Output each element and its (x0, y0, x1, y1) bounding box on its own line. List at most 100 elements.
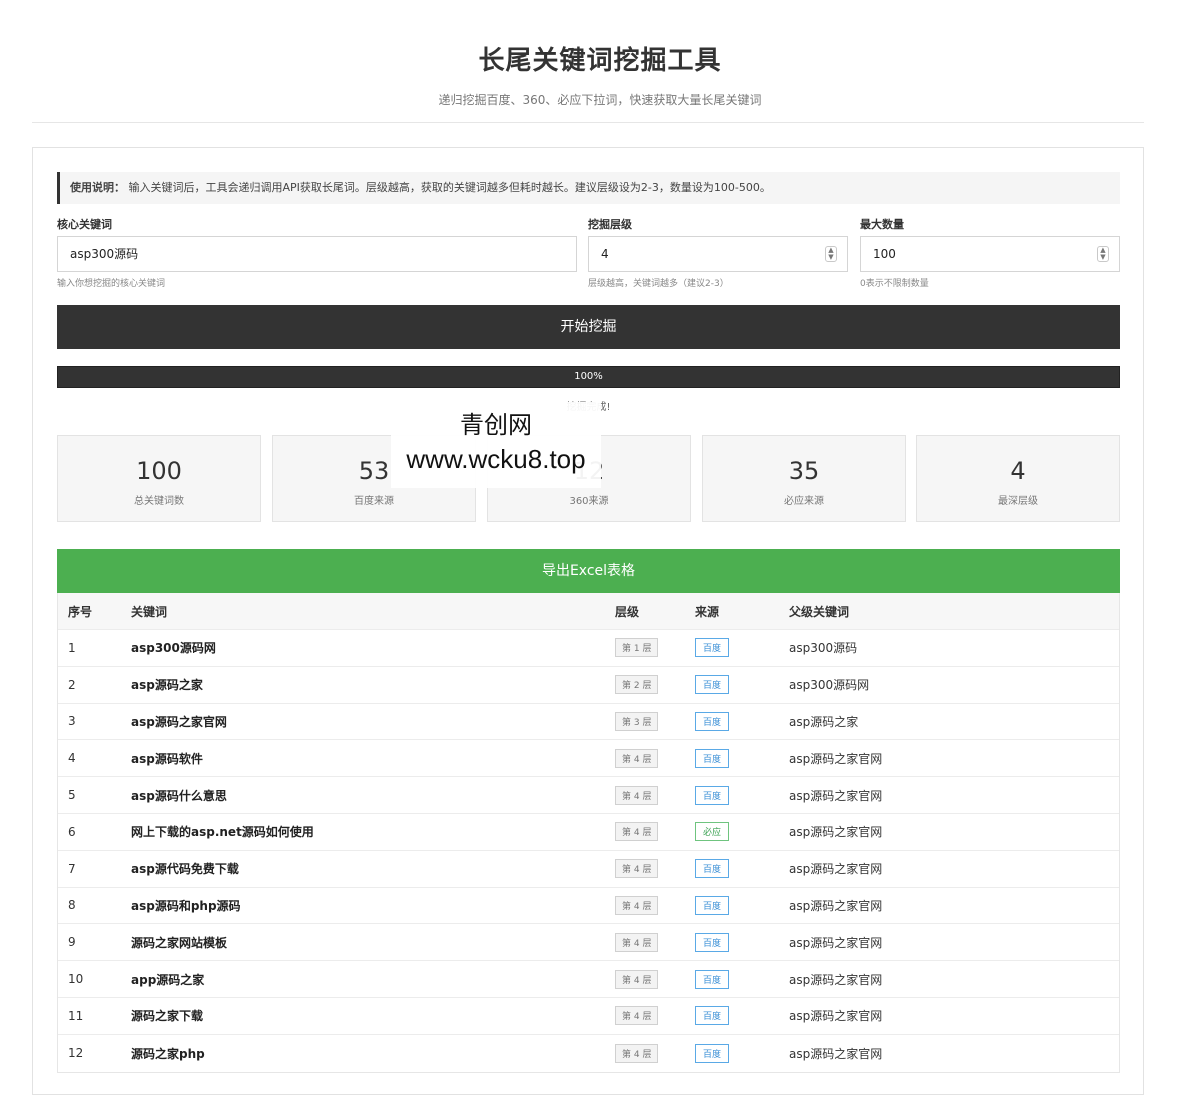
row-keyword[interactable]: asp源码软件 (131, 740, 203, 776)
header-level: 层级 (615, 604, 640, 619)
watermark: 青创网 www.wcku8.top (391, 402, 601, 488)
row-parent: asp源码之家官网 (789, 825, 883, 840)
stat-label: 最深层级 (998, 496, 1038, 507)
row-keyword[interactable]: 源码之家网站模板 (131, 924, 227, 960)
row-source: 百度 (695, 1035, 730, 1072)
row-parent: asp源码之家 (789, 714, 859, 729)
table-header-row: 序号 关键词 层级 来源 父级关键词 (58, 593, 1119, 630)
max-stepper-icon[interactable]: ▲ ▼ (1097, 246, 1109, 262)
source-badge: 百度 (695, 895, 730, 915)
row-keyword[interactable]: asp源代码免费下载 (131, 851, 239, 887)
row-source: 百度 (695, 667, 730, 703)
header-index: 序号 (68, 604, 93, 619)
table-row: 3 asp源码之家官网 第 3 层 百度 asp源码之家 (58, 704, 1119, 741)
source-badge: 百度 (695, 1043, 730, 1063)
row-source: 百度 (695, 740, 730, 776)
keyword-field: 核心关键词 asp300源码 输入你想挖掘的核心关键词 (57, 218, 577, 289)
row-parent: asp300源码 (789, 641, 858, 656)
row-source: 百度 (695, 924, 730, 960)
row-keyword[interactable]: asp源码之家 (131, 667, 203, 703)
source-badge: 百度 (695, 932, 730, 952)
row-level: 第 4 层 (615, 998, 659, 1034)
max-label: 最大数量 (860, 218, 904, 231)
row-parent: asp源码之家官网 (789, 1046, 883, 1061)
level-badge: 第 4 层 (615, 822, 659, 842)
source-badge: 百度 (695, 748, 730, 768)
depth-value: 4 (601, 247, 609, 261)
level-badge: 第 1 层 (615, 638, 659, 658)
depth-input[interactable]: 4 ▲ ▼ (588, 236, 848, 272)
page-subtitle: 递归挖掘百度、360、必应下拉词，快速获取大量长尾关键词 (438, 93, 762, 107)
depth-stepper-icon[interactable]: ▲ ▼ (825, 246, 837, 262)
row-source: 百度 (695, 777, 730, 813)
stat-number: 35 (788, 457, 820, 485)
export-excel-button[interactable]: 导出Excel表格 (57, 549, 1120, 593)
max-input[interactable]: 100 ▲ ▼ (860, 236, 1120, 272)
source-badge: 百度 (695, 969, 730, 989)
row-level: 第 4 层 (615, 888, 659, 924)
page-title: 长尾关键词挖掘工具 (478, 46, 722, 76)
row-index: 12 (68, 1046, 84, 1061)
keyword-input[interactable]: asp300源码 (57, 236, 577, 272)
stat-label: 总关键词数 (134, 496, 184, 507)
max-hint: 0表示不限制数量 (860, 279, 929, 289)
table-row: 1 asp300源码网 第 1 层 百度 asp300源码 (58, 630, 1119, 667)
stat-label: 必应来源 (784, 496, 824, 507)
level-badge: 第 3 层 (615, 711, 659, 731)
source-badge: 百度 (695, 638, 730, 658)
source-badge: 百度 (695, 1006, 730, 1026)
row-keyword[interactable]: asp源码和php源码 (131, 888, 241, 924)
source-badge: 百度 (695, 785, 730, 805)
level-badge: 第 4 层 (615, 1006, 659, 1026)
source-badge: 百度 (695, 675, 730, 695)
table-row: 11 源码之家下载 第 4 层 百度 asp源码之家官网 (58, 998, 1119, 1035)
row-index: 3 (68, 714, 76, 729)
source-badge: 必应 (695, 822, 730, 842)
row-keyword[interactable]: asp300源码网 (131, 630, 216, 666)
row-keyword[interactable]: 网上下载的asp.net源码如何使用 (131, 814, 314, 850)
row-index: 5 (68, 788, 76, 803)
row-parent: asp源码之家官网 (789, 1009, 883, 1024)
keyword-hint: 输入你想挖掘的核心关键词 (57, 279, 166, 289)
row-parent: asp源码之家官网 (789, 972, 883, 987)
row-keyword[interactable]: asp源码之家官网 (131, 704, 227, 740)
watermark-url: www.wcku8.top (406, 444, 586, 474)
stat-number: 4 (1010, 457, 1026, 485)
level-badge: 第 4 层 (615, 785, 659, 805)
depth-hint: 层级越高，关键词越多（建议2-3） (588, 279, 729, 289)
table-row: 10 app源码之家 第 4 层 百度 asp源码之家官网 (58, 961, 1119, 998)
row-keyword[interactable]: 源码之家php (131, 1035, 205, 1072)
row-level: 第 4 层 (615, 814, 659, 850)
row-index: 7 (68, 861, 76, 876)
row-keyword[interactable]: app源码之家 (131, 961, 204, 997)
table-row: 2 asp源码之家 第 2 层 百度 asp300源码网 (58, 667, 1119, 704)
stat-label: 360来源 (569, 496, 609, 507)
stat-depth: 4 最深层级 (916, 435, 1120, 522)
row-level: 第 1 层 (615, 630, 659, 666)
start-mining-button[interactable]: 开始挖掘 (57, 305, 1120, 349)
row-level: 第 4 层 (615, 961, 659, 997)
level-badge: 第 4 层 (615, 1043, 659, 1063)
level-badge: 第 4 层 (615, 932, 659, 952)
stat-bing: 35 必应来源 (702, 435, 906, 522)
depth-field: 挖掘层级 4 ▲ ▼ 层级越高，关键词越多（建议2-3） (588, 218, 848, 289)
row-keyword[interactable]: asp源码什么意思 (131, 777, 227, 813)
row-index: 2 (68, 677, 76, 692)
stat-number: 100 (136, 457, 182, 485)
header-divider (32, 122, 1144, 123)
stat-total: 100 总关键词数 (57, 435, 261, 522)
row-level: 第 4 层 (615, 740, 659, 776)
row-keyword[interactable]: 源码之家下载 (131, 998, 203, 1034)
progress-text: 100% (574, 371, 603, 382)
row-index: 9 (68, 935, 76, 950)
source-badge: 百度 (695, 711, 730, 731)
main-panel: 使用说明： 输入关键词后，工具会递归调用API获取长尾词。层级越高，获取的关键词… (32, 147, 1144, 1095)
row-index: 6 (68, 824, 76, 839)
header-keyword: 关键词 (131, 604, 168, 619)
row-parent: asp源码之家官网 (789, 751, 883, 766)
row-level: 第 2 层 (615, 667, 659, 703)
level-badge: 第 4 层 (615, 859, 659, 879)
row-level: 第 4 层 (615, 924, 659, 960)
row-parent: asp源码之家官网 (789, 898, 883, 913)
table-row: 8 asp源码和php源码 第 4 层 百度 asp源码之家官网 (58, 888, 1119, 925)
